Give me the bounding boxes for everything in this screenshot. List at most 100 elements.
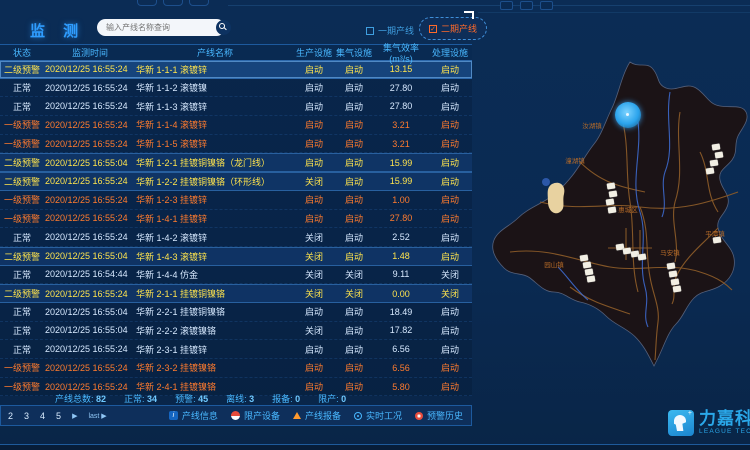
search-button[interactable] [216, 20, 231, 35]
table-row[interactable]: 一级预警 2020/12/25 16:55:24 华新 2-3-2 挂镀镍铬 启… [0, 359, 472, 378]
time-cell: 2020/12/25 16:55:24 [44, 176, 136, 186]
page-button[interactable]: 3 [24, 411, 29, 421]
status-cell: 正常 [0, 81, 44, 94]
page-button[interactable]: 4 [40, 411, 45, 421]
device-marker[interactable] [671, 278, 680, 285]
table-row[interactable]: 正常 2020/12/25 16:55:24 华新 1-1-3 滚镀锌 启动 启… [0, 97, 472, 116]
line-name-cell: 华新 1-2-3 挂镀锌 [136, 193, 294, 206]
device-marker[interactable] [583, 261, 592, 268]
treat-facility-cell: 启动 [428, 305, 472, 318]
legend-stop-button[interactable]: 限产设备 [231, 409, 280, 422]
page-button[interactable]: 5 [56, 411, 61, 421]
device-marker[interactable] [638, 253, 647, 260]
device-marker[interactable] [669, 270, 678, 277]
status-cell: 一级预警 [0, 193, 44, 206]
time-cell: 2020/12/25 16:55:24 [44, 83, 136, 93]
info-icon: i [169, 411, 178, 420]
device-marker[interactable] [667, 262, 676, 269]
search-input[interactable] [97, 23, 216, 32]
device-marker[interactable] [608, 206, 617, 213]
pagination: 2 3 4 5 ▶ last ▶ [1, 411, 107, 421]
summary-item: 限产: 0 [318, 392, 346, 405]
map-town-label: 惠城区 [618, 204, 638, 214]
table-row[interactable]: 正常 2020/12/25 16:55:24 华新 2-3-1 挂镀锌 启动 启… [0, 340, 472, 359]
phase2-button[interactable]: ✓ 二期产线 [419, 17, 487, 40]
map-town-label: 马安镇 [660, 247, 680, 257]
bottom-toolbar: 2 3 4 5 ▶ last ▶ i 产线信息 限产设备产线报备实时工况 预警历史 [0, 405, 472, 426]
col-eff: 集气效率(m³/s) [374, 41, 428, 64]
device-marker[interactable] [710, 159, 719, 166]
phase1-checkbox[interactable]: 一期产线 [366, 24, 414, 37]
status-cell: 正常 [0, 305, 44, 318]
search-icon [219, 23, 225, 29]
device-marker[interactable] [673, 285, 682, 292]
legend-dot-button[interactable]: 预警历史 [415, 409, 463, 422]
status-cell: 一级预警 [0, 137, 44, 150]
gas-facility-cell: 启动 [334, 100, 374, 113]
gas-facility-cell: 启动 [334, 231, 374, 244]
reservoir-area [548, 183, 565, 214]
prod-facility-cell: 关闭 [294, 231, 334, 244]
alert-location-marker[interactable] [615, 102, 641, 128]
gas-facility-cell: 启动 [334, 156, 374, 169]
prod-facility-cell: 启动 [294, 137, 334, 150]
prod-facility-cell: 关闭 [294, 268, 334, 281]
legend-info-button[interactable]: i 产线信息 [169, 409, 218, 422]
table-row[interactable]: 二级预警 2020/12/25 16:55:24 华新 1-2-2 挂镀铜镍铬（… [0, 172, 472, 191]
gas-facility-cell: 启动 [334, 324, 374, 337]
device-marker[interactable] [585, 268, 594, 275]
district-map[interactable]: 汝湖镇潼湖镇惠城区平潭镇马安镇园山镇 [480, 52, 750, 444]
table-row[interactable]: 一级预警 2020/12/25 16:55:24 华新 1-4-1 挂镀锌 启动… [0, 210, 472, 229]
table-row[interactable]: 正常 2020/12/25 16:55:04 华新 2-2-1 挂镀铜镍铬 启动… [0, 303, 472, 322]
time-cell: 2020/12/25 16:54:44 [44, 269, 136, 279]
table-row[interactable]: 正常 2020/12/25 16:55:24 华新 1-1-2 滚镀镍 启动 启… [0, 79, 472, 98]
device-marker[interactable] [712, 143, 721, 150]
line-name-cell: 华新 1-1-5 滚镀锌 [136, 137, 294, 150]
table-row[interactable]: 正常 2020/12/25 16:55:04 华新 2-2-2 滚镀镍铬 关闭 … [0, 322, 472, 341]
legend-label: 限产设备 [244, 409, 280, 422]
treat-facility-cell: 启动 [428, 193, 472, 206]
device-marker[interactable] [607, 182, 616, 189]
gas-facility-cell: 关闭 [334, 268, 374, 281]
device-marker[interactable] [587, 275, 596, 282]
legend-label: 产线信息 [182, 409, 218, 422]
summary-stats: 产线总数: 82正常: 34预警: 45离线: 3报备: 0限产: 0 [55, 392, 346, 405]
summary-item: 离线: 3 [226, 392, 254, 405]
table-row[interactable]: 正常 2020/12/25 16:54:44 华新 1-4-4 仿金 关闭 关闭… [0, 266, 472, 285]
page-title: 监 测 [30, 20, 85, 41]
status-cell: 二级预警 [0, 156, 44, 169]
table-row[interactable]: 一级预警 2020/12/25 16:55:24 华新 1-2-3 挂镀锌 启动… [0, 191, 472, 210]
gas-facility-cell: 启动 [334, 81, 374, 94]
table-header: 状态 监测时间 产线名称 生产设施 集气设施 集气效率(m³/s) 处理设施 [0, 44, 472, 60]
table-row[interactable]: 正常 2020/12/25 16:55:24 华新 1-4-2 滚镀锌 关闭 启… [0, 228, 472, 247]
status-cell: 一级预警 [0, 118, 44, 131]
brand-name-cn: 力嘉科技 [699, 410, 750, 427]
league-tech-logo-icon [668, 410, 694, 436]
legend-gauge-button[interactable]: 实时工况 [354, 409, 402, 422]
time-cell: 2020/12/25 16:55:24 [44, 232, 136, 242]
table-row[interactable]: 二级预警 2020/12/25 16:55:24 华新 2-1-1 挂镀铜镍铬 … [0, 284, 472, 303]
gauge-icon [354, 412, 362, 420]
device-marker[interactable] [606, 198, 615, 205]
treat-facility-cell: 启动 [428, 231, 472, 244]
prod-facility-cell: 关闭 [294, 175, 334, 188]
table-row[interactable]: 二级预警 2020/12/25 16:55:04 华新 1-4-3 滚镀锌 关闭… [0, 247, 472, 266]
device-marker[interactable] [580, 254, 589, 261]
legend-tri-button[interactable]: 产线报备 [293, 409, 341, 422]
table-row[interactable]: 一级预警 2020/12/25 16:55:24 华新 1-1-4 滚镀锌 启动… [0, 116, 472, 135]
table-row[interactable]: 一级预警 2020/12/25 16:55:24 华新 1-1-5 滚镀锌 启动… [0, 135, 472, 154]
monitoring-dashboard: 监 测 一期产线 ✓ 二期产线 状态 监测时间 产线名称 生产设施 集气设施 集… [0, 0, 750, 450]
legend-label: 预警历史 [427, 409, 463, 422]
bottom-strip [0, 445, 750, 450]
device-marker[interactable] [715, 151, 724, 158]
last-page-button[interactable]: last ▶ [88, 412, 106, 420]
map-town-label: 潼湖镇 [565, 155, 585, 165]
device-marker[interactable] [609, 190, 618, 197]
treat-facility-cell: 启动 [428, 156, 472, 169]
next-page-button[interactable]: ▶ [72, 412, 77, 420]
efficiency-cell: 18.49 [374, 307, 428, 317]
device-marker[interactable] [706, 167, 715, 174]
page-button[interactable]: 2 [8, 411, 13, 421]
table-row[interactable]: 二级预警 2020/12/25 16:55:04 华新 1-2-1 挂镀铜镍铬（… [0, 153, 472, 172]
time-cell: 2020/12/25 16:55:24 [44, 101, 136, 111]
